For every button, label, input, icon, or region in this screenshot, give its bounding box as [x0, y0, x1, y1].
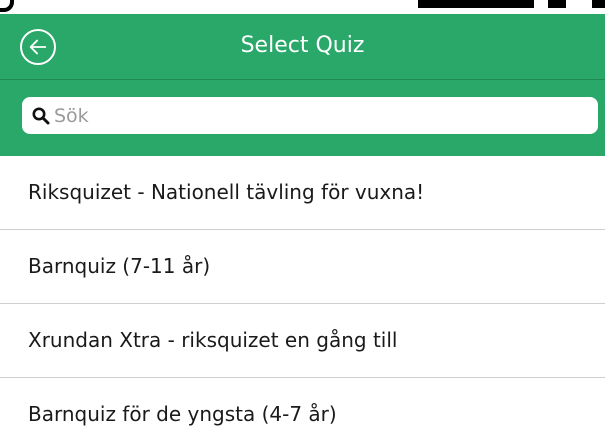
search-field[interactable]	[22, 97, 598, 134]
quiz-item-barnquiz-yngsta[interactable]: Barnquiz för de yngsta (4-7 år)	[0, 378, 605, 440]
search-bar	[0, 80, 605, 156]
page-title: Select Quiz	[240, 33, 365, 58]
app-bar: Select Quiz	[0, 14, 605, 80]
quiz-item-label: Xrundan Xtra - riksquizet en gång till	[28, 328, 398, 352]
quiz-item-xrundan-xtra[interactable]: Xrundan Xtra - riksquizet en gång till	[0, 304, 605, 378]
clipped-mark	[592, 0, 605, 8]
quiz-item-riksquizet[interactable]: Riksquizet - Nationell tävling för vuxna…	[0, 156, 605, 230]
search-input[interactable]	[54, 100, 584, 131]
quiz-item-barnquiz[interactable]: Barnquiz (7-11 år)	[0, 230, 605, 304]
clipped-mark	[0, 0, 14, 12]
quiz-item-label: Barnquiz för de yngsta (4-7 år)	[28, 402, 337, 426]
clipped-mark	[418, 0, 534, 8]
select-quiz-screen: Select Quiz Riksquizet - Nationell tävli…	[0, 0, 605, 440]
quiz-item-label: Barnquiz (7-11 år)	[28, 254, 211, 278]
quiz-item-label: Riksquizet - Nationell tävling för vuxna…	[28, 180, 425, 204]
quiz-list: Riksquizet - Nationell tävling för vuxna…	[0, 156, 605, 440]
clipped-mark	[548, 0, 566, 8]
clipped-previous-content	[0, 0, 605, 14]
search-icon	[32, 107, 50, 125]
